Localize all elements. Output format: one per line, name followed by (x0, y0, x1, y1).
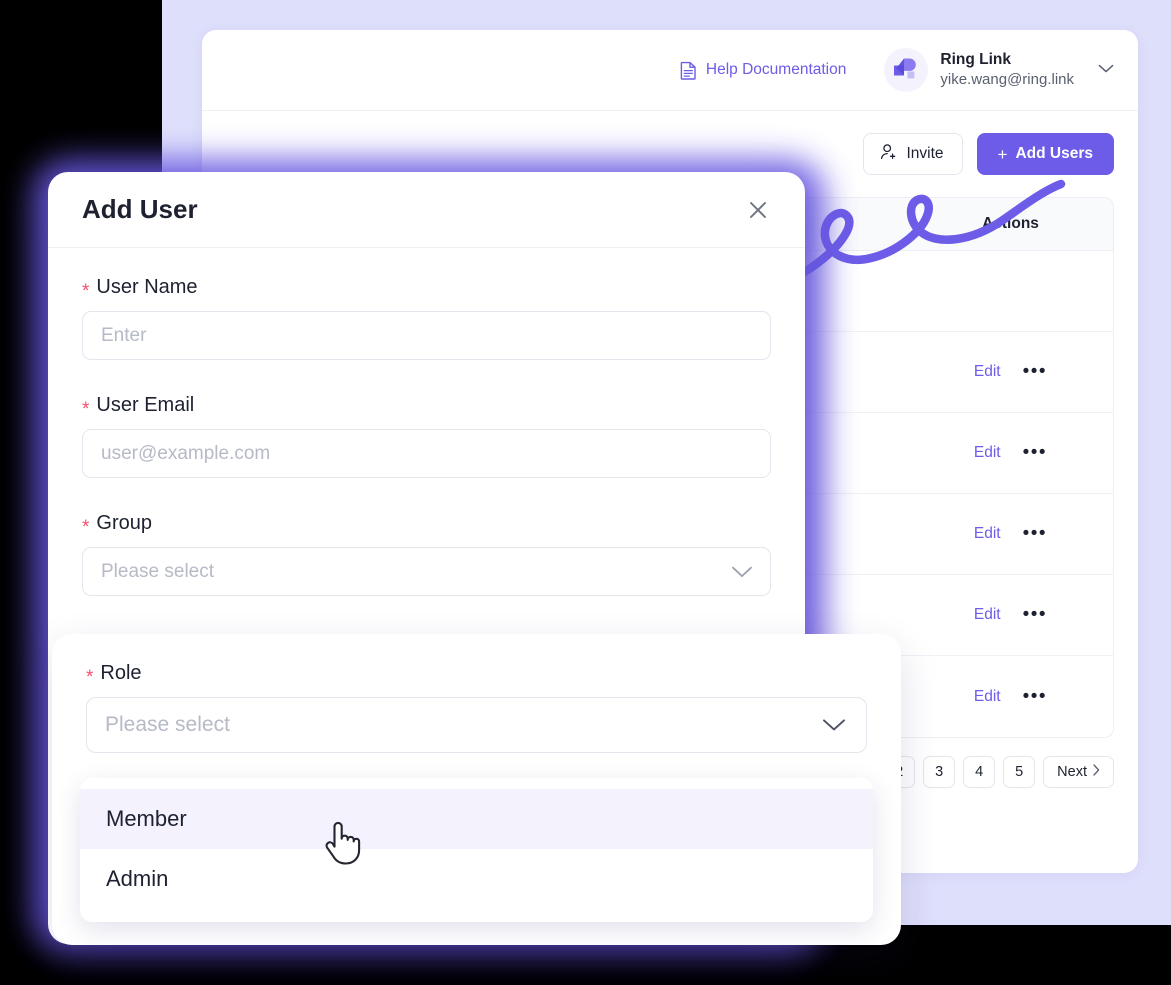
role-option-label: Admin (106, 866, 169, 891)
modal-title: Add User (82, 194, 198, 224)
screenshot-stage: Help Documentation Ring Link yike.wang@r… (0, 0, 1171, 985)
modal-header: Add User (48, 172, 805, 248)
more-actions-icon[interactable]: ••• (1023, 605, 1047, 625)
role-select[interactable]: Please select (86, 697, 867, 753)
more-actions-icon[interactable]: ••• (1023, 443, 1047, 463)
field-label-group: * Group (82, 512, 771, 538)
table-cell-actions: Edit ••• (908, 443, 1113, 463)
role-option-admin[interactable]: Admin (80, 849, 873, 909)
top-bar: Help Documentation Ring Link yike.wang@r… (202, 30, 1138, 111)
next-page-button[interactable]: Next (1043, 756, 1114, 788)
help-documentation-link[interactable]: Help Documentation (680, 61, 846, 80)
account-menu[interactable]: Ring Link yike.wang@ring.link (884, 48, 1114, 92)
edit-link[interactable]: Edit (974, 363, 1001, 381)
required-marker: * (82, 281, 90, 302)
account-info: Ring Link yike.wang@ring.link (940, 50, 1074, 90)
required-marker: * (82, 399, 90, 420)
edit-link[interactable]: Edit (974, 688, 1001, 706)
role-option-member[interactable]: Member (80, 789, 873, 849)
required-marker: * (82, 517, 90, 538)
role-option-label: Member (106, 806, 187, 831)
next-page-label: Next (1057, 764, 1087, 780)
more-actions-icon[interactable]: ••• (1023, 524, 1047, 544)
edit-link[interactable]: Edit (974, 444, 1001, 462)
modal-body: * User Name * User Email * Group (48, 248, 805, 596)
chevron-down-icon[interactable] (1086, 61, 1114, 79)
invite-button-label: Invite (906, 145, 944, 162)
chevron-right-icon (1093, 764, 1100, 780)
add-users-button[interactable]: + Add Users (976, 133, 1114, 175)
field-label-role: * Role (86, 662, 867, 688)
user-name-input[interactable] (82, 311, 771, 360)
field-group: * Group Please select (82, 512, 771, 596)
ring-link-logo (884, 48, 929, 92)
add-users-button-label: Add Users (1015, 145, 1093, 162)
page-button-5[interactable]: 5 (1003, 756, 1036, 788)
field-user-email: * User Email (82, 394, 771, 478)
role-dropdown-list: Member Admin (80, 778, 873, 922)
account-email: yike.wang@ring.link (940, 71, 1074, 89)
field-user-name: * User Name (82, 276, 771, 360)
table-cell-actions: Edit ••• (908, 524, 1113, 544)
page-button-3[interactable]: 3 (923, 756, 956, 788)
role-popover-card: * Role Please select Member Admin (52, 634, 901, 945)
invite-button[interactable]: Invite (863, 133, 963, 175)
field-label-text: Group (96, 512, 152, 534)
close-icon[interactable] (745, 197, 771, 223)
document-icon (680, 61, 697, 80)
table-cell-actions: Edit ••• (908, 686, 1113, 706)
table-cell-actions: Edit ••• (908, 605, 1113, 625)
table-cell-actions: Edit ••• (908, 362, 1113, 382)
account-name: Ring Link (940, 51, 1011, 69)
field-label-user-email: * User Email (82, 394, 771, 420)
group-select[interactable]: Please select (82, 547, 771, 596)
edit-link[interactable]: Edit (974, 525, 1001, 543)
required-marker: * (86, 667, 94, 688)
field-label-user-name: * User Name (82, 276, 771, 302)
help-documentation-label: Help Documentation (705, 61, 847, 78)
field-label-text: Role (100, 662, 142, 684)
more-actions-icon[interactable]: ••• (1023, 362, 1047, 382)
table-header-actions: Actions (982, 215, 1039, 232)
group-select-placeholder: Please select (101, 560, 215, 582)
more-actions-icon[interactable]: ••• (1023, 686, 1047, 706)
user-add-icon (880, 143, 898, 166)
edit-link[interactable]: Edit (974, 606, 1001, 624)
page-button-4[interactable]: 4 (963, 756, 996, 788)
field-label-text: User Name (96, 276, 198, 298)
plus-icon: + (997, 144, 1008, 164)
field-label-text: User Email (96, 394, 195, 416)
user-email-input[interactable] (82, 429, 771, 478)
role-select-placeholder: Please select (105, 713, 230, 736)
